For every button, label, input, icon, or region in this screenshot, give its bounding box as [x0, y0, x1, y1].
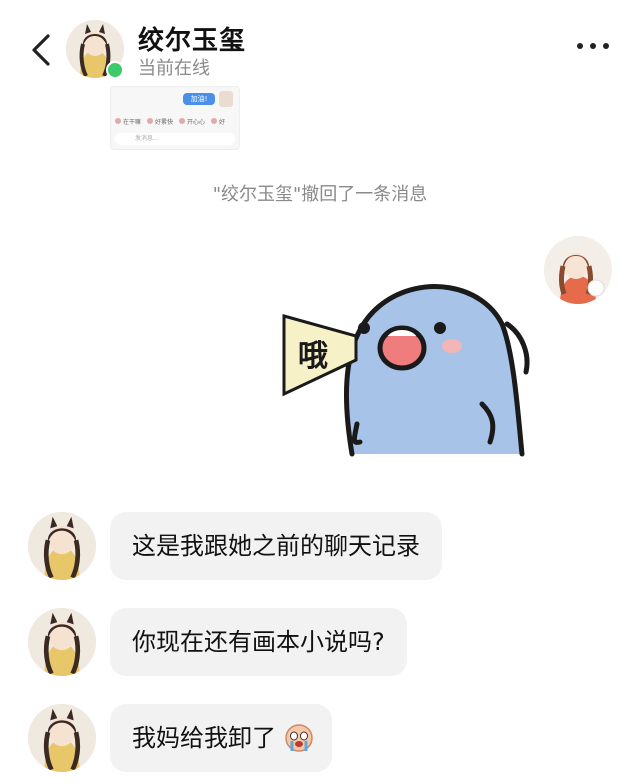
more-options-icon[interactable] [574, 36, 612, 56]
preview-reaction-row: 在干嘛 好累快 开心心 好 [115, 115, 237, 127]
crying-emoji-icon [285, 724, 313, 752]
contact-avatar[interactable] [28, 608, 96, 676]
message-bubble[interactable]: 你现在还有画本小说吗? [110, 608, 407, 676]
message-bubble[interactable]: 这是我跟她之前的聊天记录 [110, 512, 442, 580]
preview-reaction: 好累快 [147, 117, 173, 126]
chat-screenshot-image[interactable]: 加油! 在干嘛 好累快 开心心 好 发消息... [110, 86, 240, 150]
contact-name[interactable]: 绞尔玉玺 [138, 20, 246, 57]
dolphin-sticker[interactable]: 哦 [282, 264, 532, 480]
preview-bubble: 加油! [183, 93, 215, 105]
message-bubble[interactable]: 我妈给我卸了 [110, 704, 332, 772]
preview-reaction: 好 [211, 117, 225, 126]
chat-header: 绞尔玉玺 当前在线 [0, 0, 640, 90]
contact-avatar[interactable] [28, 704, 96, 772]
contact-status: 当前在线 [138, 58, 210, 79]
message-text: 我妈给我卸了 [132, 724, 276, 752]
recall-notice: "绞尔玉玺"撤回了一条消息 [212, 184, 428, 205]
back-arrow-icon[interactable] [24, 30, 60, 70]
preview-reaction: 开心心 [179, 117, 205, 126]
contact-avatar[interactable] [28, 512, 96, 580]
my-avatar[interactable] [544, 236, 612, 304]
preview-avatar [219, 91, 233, 107]
preview-input: 发消息... [115, 133, 235, 145]
preview-reaction: 在干嘛 [115, 117, 141, 126]
online-status-dot [106, 61, 124, 79]
sticker-text: 哦 [298, 339, 328, 374]
